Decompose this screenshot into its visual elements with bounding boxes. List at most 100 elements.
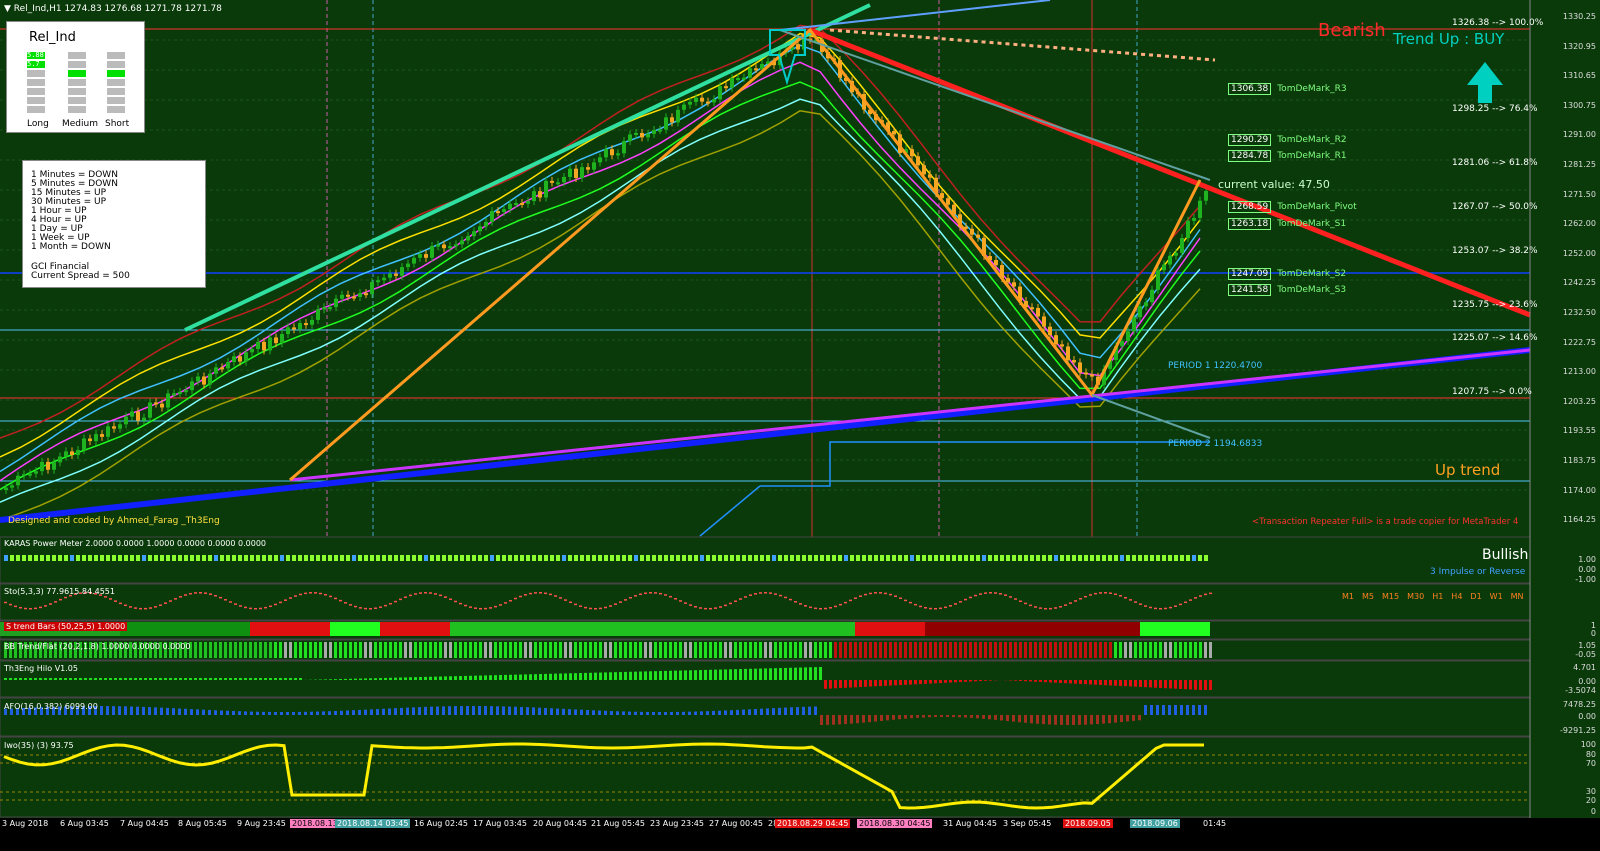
karas-title: KARAS Power Meter 2.0000 0.0000 1.0000 0…	[4, 539, 267, 548]
time-tick: 3 Aug 2018	[2, 819, 49, 828]
price-tick: 1281.25	[1562, 160, 1596, 169]
window-title: ▼ Rel_Ind,H1 1274.83 1276.68 1271.78 127…	[4, 4, 222, 14]
bbtrend-title: BB Trend/Flat (20,2,1.8) 1.0000 0.0000 0…	[4, 642, 191, 651]
rel-ind-short-label: Short	[105, 119, 130, 129]
time-tick: 2018.09.05	[1063, 819, 1113, 828]
sto-title: Sto(5,3,3) 77.9615 84.4551	[4, 587, 115, 596]
price-tick: 1242.25	[1562, 278, 1596, 288]
demark-pivot: 1268.59 TomDeMark_Pivot	[1228, 201, 1357, 213]
period1-value: 1220.4700	[1213, 361, 1263, 371]
price-tick: 1262.00	[1562, 219, 1596, 229]
sto-tf-mn: MN	[1510, 592, 1524, 601]
price-tick: 1174.00	[1562, 485, 1596, 495]
iwo-scale-0: 0	[1590, 807, 1596, 816]
hilo-scale-top: 4.701	[1573, 663, 1596, 672]
price-tick: 1330.25	[1562, 12, 1596, 21]
demark-r2-name: TomDeMark_R2	[1277, 135, 1347, 145]
chart-canvas[interactable]	[0, 0, 1600, 851]
bbtrend-scale-top: 1.05	[1578, 641, 1596, 650]
price-tick: 1183.75	[1562, 456, 1596, 465]
rel-ind-cell	[107, 106, 125, 113]
iwo-scale-20: 20	[1585, 796, 1596, 805]
bearish-label: Bearish	[1318, 20, 1386, 41]
rel-ind-cell	[68, 88, 86, 95]
rel-ind-cell	[68, 97, 86, 104]
period2-label: PERIOD 2 1194.6833	[1168, 439, 1262, 449]
karas-scale-top: 1.00	[1578, 555, 1596, 564]
demark-s3-name: TomDeMark_S3	[1277, 285, 1347, 295]
time-tick: 27 Aug 00:45	[709, 819, 763, 828]
fibo-236: 1235.75 --> 23.6%	[1452, 300, 1538, 310]
rel-ind-cell	[27, 70, 45, 77]
time-tick: 01:45	[1203, 819, 1227, 828]
fibo-100: 1326.38 --> 100.0%	[1452, 18, 1544, 28]
copier-notice: <Transaction Repeater Full> is a trade c…	[1252, 517, 1519, 527]
timeframe-trend-panel[interactable]: 1 Minutes = DOWN 5 Minutes = DOWN 15 Min…	[22, 160, 206, 288]
sto-tf-d1: D1	[1470, 592, 1482, 601]
time-tick: 2018.09.06	[1130, 819, 1180, 828]
sto-tf-w1: W1	[1489, 592, 1503, 601]
demark-r3-value: 1306.38	[1228, 83, 1272, 95]
fibo-764: 1298.25 --> 76.4%	[1452, 104, 1538, 114]
demark-s3: 1241.58 TomDeMark_S3	[1228, 284, 1347, 296]
rel-ind-long-label: Long	[27, 119, 49, 129]
up-trend-label: Up trend	[1435, 461, 1501, 479]
iwo-scale-100: 100	[1580, 740, 1596, 749]
impulse-label: 3 Impulse or Reverse	[1430, 567, 1526, 577]
demark-pivot-name: TomDeMark_Pivot	[1277, 202, 1357, 212]
current-spread: Current Spread = 500	[31, 271, 130, 281]
rel-ind-cell	[107, 97, 125, 104]
rel-ind-title: Rel_Ind	[29, 30, 76, 45]
sto-tf-h4: H4	[1451, 592, 1463, 601]
rel-ind-cell	[27, 97, 45, 104]
period1-label: PERIOD 1 1220.4700	[1168, 361, 1262, 371]
iwo-scale-70: 70	[1585, 759, 1596, 768]
rel-ind-cell	[68, 106, 86, 113]
period2-value: 1194.6833	[1213, 439, 1263, 449]
price-tick: 1310.65	[1562, 71, 1596, 81]
rel-ind-cell	[68, 70, 86, 77]
time-tick: 2018.08.29 04:45	[775, 819, 851, 828]
iwo-title: Iwo(35) (3) 93.75	[4, 741, 74, 750]
rel-ind-cell	[107, 79, 125, 86]
afo-scale-bottom: -9291.25	[1560, 726, 1596, 735]
price-tick: 1203.25	[1562, 396, 1596, 406]
rel-ind-cell: 5.7	[27, 61, 45, 68]
rel-ind-cell	[27, 88, 45, 95]
demark-r1: 1284.78 TomDeMark_R1	[1228, 150, 1347, 162]
rel-ind-panel[interactable]: Rel_Ind 5.88 5.7 Long Medium Short	[6, 21, 145, 133]
hilo-scale-mid: 0.00	[1578, 677, 1596, 686]
demark-r1-value: 1284.78	[1228, 150, 1272, 162]
demark-r3: 1306.38 TomDeMark_R3	[1228, 83, 1347, 95]
price-tick: 1193.55	[1562, 426, 1596, 436]
demark-s2-value: 1247.09	[1228, 268, 1272, 280]
fibo-146: 1225.07 --> 14.6%	[1452, 333, 1538, 343]
rel-ind-cell	[27, 79, 45, 86]
afo-scale-mid: 0.00	[1578, 712, 1596, 721]
fibo-500: 1267.07 --> 50.0%	[1452, 202, 1538, 212]
trend-up-buy-label: Trend Up : BUY	[1393, 30, 1505, 48]
rel-ind-medium-label: Medium	[62, 119, 98, 129]
demark-s2-name: TomDeMark_S2	[1277, 269, 1347, 279]
time-tick: 7 Aug 04:45	[120, 819, 169, 828]
rel-ind-cell	[68, 79, 86, 86]
rel-ind-long-bars: 5.88 5.7	[27, 52, 45, 115]
demark-s1: 1263.18 TomDeMark_S1	[1228, 218, 1346, 230]
demark-s3-value: 1241.58	[1228, 284, 1272, 296]
hilo-scale-bottom: -3.5074	[1565, 686, 1596, 695]
rel-ind-cell: 5.88	[27, 51, 45, 59]
rel-ind-cell	[68, 61, 86, 68]
afo-scale-top: 7478.25	[1562, 700, 1596, 709]
afo-title: AFO(16,0.382) 6099.00	[4, 702, 98, 711]
demark-s1-value: 1263.18	[1228, 218, 1272, 230]
credit-text: Designed and coded by Ahmed_Farag _Th3En…	[8, 516, 220, 526]
price-tick: 1300.75	[1562, 100, 1596, 110]
time-tick: 20 Aug 04:45	[533, 819, 587, 828]
karas-scale-bottom: -1.00	[1575, 575, 1596, 584]
sto-tf-m1: M1	[1342, 592, 1354, 601]
fibo-618: 1281.06 --> 61.8%	[1452, 158, 1538, 168]
sto-tf-h1: H1	[1432, 592, 1444, 601]
time-tick: 16 Aug 02:45	[414, 819, 468, 828]
time-tick: 17 Aug 03:45	[473, 819, 527, 828]
price-tick: 1164.25	[1562, 515, 1596, 525]
